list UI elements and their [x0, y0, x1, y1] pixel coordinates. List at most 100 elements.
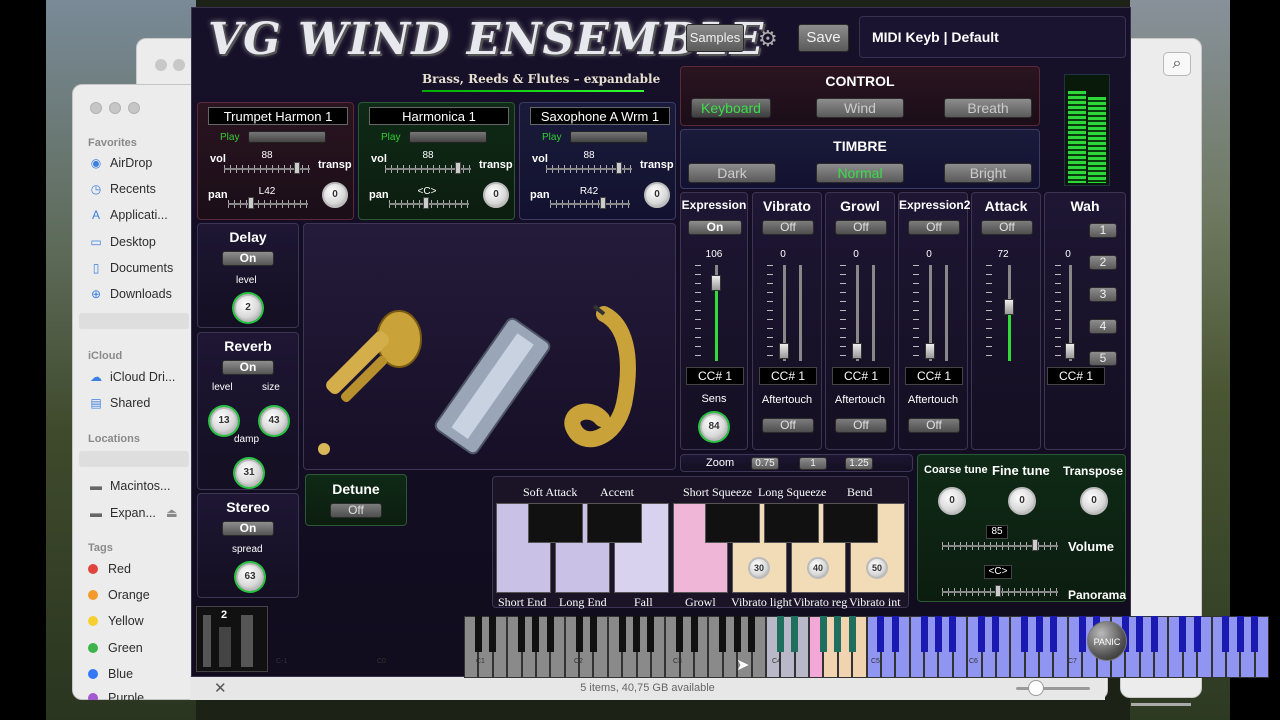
black-key[interactable]: [546, 616, 554, 652]
black-key[interactable]: [834, 616, 842, 652]
pan-slider-thumb[interactable]: [248, 197, 254, 209]
accent-key[interactable]: [587, 503, 642, 543]
play-button[interactable]: [248, 131, 326, 143]
black-key[interactable]: [819, 616, 827, 652]
tag-green[interactable]: Green: [88, 641, 143, 655]
black-key[interactable]: [676, 616, 684, 652]
minimize-window-button[interactable]: [109, 102, 121, 114]
black-key[interactable]: [992, 616, 1000, 652]
vibrato-cc[interactable]: CC# 1: [759, 367, 817, 385]
sidebar-item-shared[interactable]: ▤ Shared: [88, 396, 150, 410]
vibrato-light-knob[interactable]: 30: [748, 557, 770, 579]
delay-toggle[interactable]: On: [222, 251, 274, 266]
black-key[interactable]: [1049, 616, 1057, 652]
wah-button-4[interactable]: 4: [1089, 319, 1117, 334]
wah-slider-thumb[interactable]: [1065, 343, 1075, 359]
black-key[interactable]: [1222, 616, 1230, 652]
samples-button[interactable]: Samples: [686, 24, 744, 52]
growl-cc[interactable]: CC# 1: [832, 367, 890, 385]
pan-slider-thumb[interactable]: [423, 197, 429, 209]
instrument-name[interactable]: Harmonica 1: [369, 107, 509, 125]
play-button[interactable]: [570, 131, 648, 143]
pitch-wheel[interactable]: [203, 615, 211, 667]
black-key[interactable]: [748, 616, 755, 652]
reverb-damp-knob[interactable]: 31: [235, 459, 263, 487]
transpose-knob[interactable]: 0: [1080, 487, 1108, 515]
mod-wheel[interactable]: [219, 627, 231, 667]
short-squeeze-key[interactable]: [705, 503, 760, 543]
expression2-aftertouch-toggle[interactable]: Off: [908, 418, 960, 433]
play-button[interactable]: [409, 131, 487, 143]
vibrato-toggle[interactable]: Off: [762, 220, 814, 235]
black-key[interactable]: [633, 616, 640, 652]
zoom-window-button[interactable]: [128, 102, 140, 114]
transp-knob[interactable]: 0: [644, 182, 670, 208]
black-key[interactable]: [532, 616, 540, 652]
wah-button-3[interactable]: 3: [1089, 287, 1117, 302]
fine-tune-knob[interactable]: 0: [1008, 487, 1036, 515]
transp-knob[interactable]: 0: [483, 182, 509, 208]
sidebar-item-recents[interactable]: ◷ Recents: [88, 182, 156, 196]
vol-slider-thumb[interactable]: [616, 162, 622, 174]
expression2-slider-2[interactable]: [945, 265, 948, 361]
black-key[interactable]: [733, 616, 741, 652]
expression2-toggle[interactable]: Off: [908, 220, 960, 235]
volume-slider-thumb[interactable]: [1032, 539, 1038, 551]
black-key[interactable]: [518, 616, 525, 652]
expression-cc[interactable]: CC# 1: [686, 367, 744, 385]
sidebar-item-documents[interactable]: ▯ Documents: [88, 261, 174, 275]
sidebar-item-airdrop[interactable]: ◉ AirDrop: [88, 156, 153, 170]
tag-purple[interactable]: Purple: [88, 691, 144, 700]
wah-cc[interactable]: CC# 1: [1047, 367, 1105, 385]
soft-attack-key[interactable]: [528, 503, 583, 543]
tag-orange[interactable]: Orange: [88, 588, 150, 602]
control-keyboard-button[interactable]: Keyboard: [691, 98, 771, 118]
preset-display[interactable]: MIDI Keyb | Default: [859, 16, 1126, 58]
zoom-075-button[interactable]: 0.75: [751, 457, 779, 470]
black-key[interactable]: [719, 616, 727, 652]
expression2-slider-thumb[interactable]: [925, 343, 935, 359]
search-icon[interactable]: ⌕: [1163, 52, 1191, 76]
vibrato-reg-knob[interactable]: 40: [807, 557, 829, 579]
black-key[interactable]: [1021, 616, 1029, 652]
vol-slider-thumb[interactable]: [294, 162, 300, 174]
tag-yellow[interactable]: Yellow: [88, 614, 144, 628]
gear-icon[interactable]: ⚙: [758, 26, 778, 52]
pan-slider[interactable]: [389, 203, 469, 205]
vol-slider-thumb[interactable]: [455, 162, 461, 174]
sidebar-item-expansion[interactable]: ▬ Expan... ⏏: [88, 505, 178, 520]
stereo-spread-knob[interactable]: 63: [236, 563, 264, 591]
black-key[interactable]: [891, 616, 899, 652]
growl-slider-thumb[interactable]: [852, 343, 862, 359]
sidebar-item-icloud-drive[interactable]: ☁ iCloud Dri...: [88, 370, 175, 384]
black-key[interactable]: [1136, 616, 1144, 652]
pan-slider[interactable]: [550, 203, 630, 205]
black-key[interactable]: [618, 616, 626, 652]
timbre-normal-button[interactable]: Normal: [816, 163, 904, 183]
reverb-size-knob[interactable]: 43: [260, 407, 288, 435]
growl-slider-2[interactable]: [872, 265, 875, 361]
expression-toggle[interactable]: On: [688, 220, 742, 235]
bend-key[interactable]: [823, 503, 878, 543]
tag-blue[interactable]: Blue: [88, 667, 133, 681]
sidebar-item-macintosh[interactable]: ▬ Macintos...: [88, 479, 170, 493]
black-key[interactable]: [474, 616, 482, 652]
long-squeeze-key[interactable]: [764, 503, 819, 543]
sens-knob[interactable]: 84: [700, 413, 728, 441]
black-key[interactable]: [920, 616, 928, 652]
panic-button[interactable]: PANIC: [1087, 621, 1127, 661]
expression2-cc[interactable]: CC# 1: [905, 367, 963, 385]
black-key[interactable]: [1251, 616, 1259, 652]
reverb-level-knob[interactable]: 13: [210, 407, 238, 435]
save-button[interactable]: Save: [798, 24, 849, 52]
reverb-toggle[interactable]: On: [222, 360, 274, 375]
black-key[interactable]: [1193, 616, 1201, 652]
wah-button-1[interactable]: 1: [1089, 223, 1117, 238]
black-key[interactable]: [791, 616, 799, 652]
black-key[interactable]: [589, 616, 597, 652]
vibrato-aftertouch-toggle[interactable]: Off: [762, 418, 814, 433]
wah-button-5[interactable]: 5: [1089, 351, 1117, 366]
sidebar-item-desktop[interactable]: ▭ Desktop: [88, 235, 156, 249]
black-key[interactable]: [1078, 616, 1086, 652]
slider-thumb[interactable]: [1028, 680, 1044, 696]
